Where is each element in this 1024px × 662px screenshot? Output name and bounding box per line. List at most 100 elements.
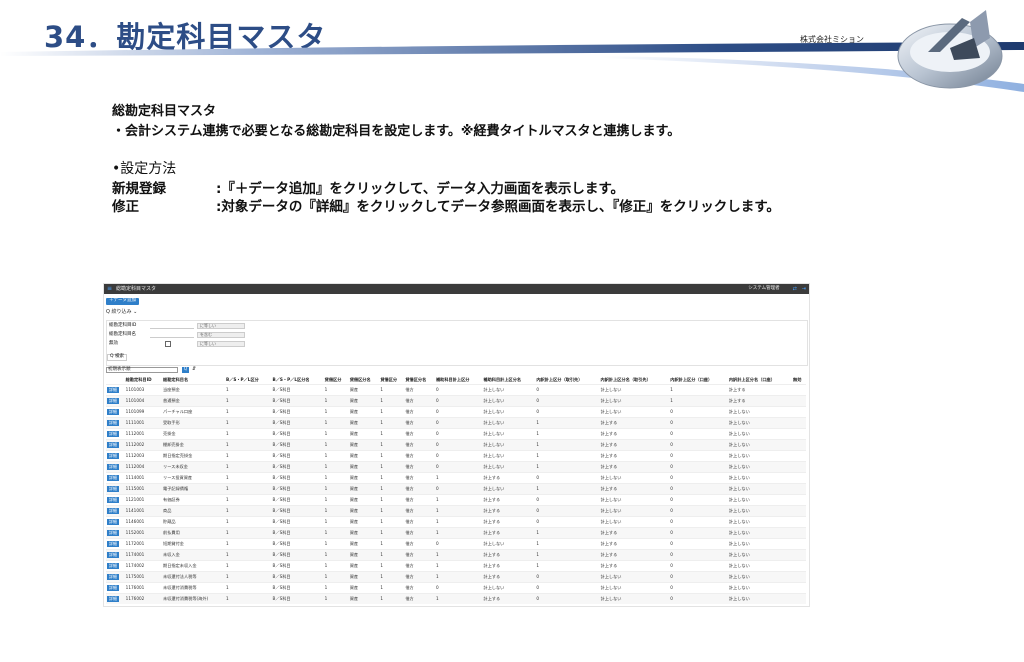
table-cell: 1 xyxy=(379,538,405,550)
table-cell: 0 xyxy=(434,439,483,451)
table-cell: 1 xyxy=(224,406,272,418)
filter-panel: 総勘定科目ID に等しい 総勘定科目名 を含む 無効 に等しい xyxy=(106,320,808,366)
column-header[interactable]: B／S・P／L区分 xyxy=(225,376,272,385)
detail-button[interactable]: 詳細 xyxy=(107,453,119,459)
detail-button[interactable]: 詳細 xyxy=(107,420,119,426)
filter-invalid-checkbox[interactable] xyxy=(165,341,171,347)
column-header[interactable]: 貸借区分名 xyxy=(404,376,435,385)
table-cell: 1 xyxy=(434,527,483,539)
detail-button[interactable]: 詳細 xyxy=(107,585,119,591)
column-header[interactable]: 貸借区分 xyxy=(324,376,349,385)
detail-button[interactable]: 詳細 xyxy=(107,398,119,404)
filter-toggle[interactable]: Q 絞り込み ⌄ xyxy=(106,310,137,315)
column-header[interactable]: 総勘定科目名 xyxy=(162,376,225,385)
table-cell: 0 xyxy=(669,538,728,550)
table-cell: 1114001 xyxy=(124,472,163,484)
column-header[interactable]: 内訳計上区分（取引先） xyxy=(535,376,599,385)
table-cell: 計上しない xyxy=(599,472,670,484)
sort-icon[interactable]: ⇵ xyxy=(192,367,196,372)
filter-id-input[interactable] xyxy=(150,323,194,329)
table-cell: 計上しない xyxy=(727,516,792,528)
filter-id-op[interactable]: に等しい xyxy=(197,323,245,329)
table-cell: 計上する xyxy=(599,527,670,539)
table-cell: 1174002 xyxy=(124,560,163,572)
detail-button[interactable]: 詳細 xyxy=(107,486,119,492)
table-cell: 1112003 xyxy=(124,450,163,462)
table-cell: 0 xyxy=(669,406,728,418)
table-cell: 1 xyxy=(379,582,405,594)
logout-icon[interactable]: ⇥ xyxy=(802,286,806,292)
table-cell: 借方 xyxy=(404,450,435,462)
detail-button[interactable]: 詳細 xyxy=(107,431,119,437)
table-cell: 計上する xyxy=(727,384,792,396)
detail-button[interactable]: 詳細 xyxy=(107,519,119,525)
detail-button[interactable]: 詳細 xyxy=(107,530,119,536)
detail-button[interactable]: 詳細 xyxy=(107,497,119,503)
column-header[interactable]: 無効 xyxy=(792,376,806,385)
column-header[interactable] xyxy=(106,376,125,385)
menu-icon[interactable]: ≡ xyxy=(107,286,112,292)
column-header[interactable]: 内訳計上区分名（口座） xyxy=(728,376,792,385)
column-header[interactable]: 貸借区分名 xyxy=(349,376,380,385)
column-header[interactable]: 内訳計上区分（口座） xyxy=(669,376,728,385)
column-header[interactable]: 補助科目計上区分 xyxy=(435,376,482,385)
detail-button[interactable]: 詳細 xyxy=(107,596,119,602)
table-cell: 1 xyxy=(669,395,728,407)
detail-button[interactable]: 詳細 xyxy=(107,563,119,569)
table-cell: 計上しない xyxy=(727,494,792,506)
column-header[interactable]: 補助科目計上区分名 xyxy=(482,376,535,385)
table-cell: 計上しない xyxy=(727,549,792,561)
table-cell: 資産 xyxy=(348,516,380,528)
table-cell: B／S科目 xyxy=(271,472,324,484)
column-header[interactable]: 貸借区分 xyxy=(379,376,404,385)
filter-invalid-op[interactable]: に等しい xyxy=(197,341,245,347)
detail-button[interactable]: 詳細 xyxy=(107,552,119,558)
view-select[interactable]: 初期表示順 xyxy=(106,367,178,373)
table-cell: 借方 xyxy=(404,472,435,484)
table-cell: 1 xyxy=(379,428,405,440)
switch-icon[interactable]: ⇄ xyxy=(793,286,797,292)
table-cell: 1 xyxy=(224,395,272,407)
detail-button[interactable]: 詳細 xyxy=(107,475,119,481)
table-cell: 借方 xyxy=(404,384,435,396)
table-cell: 1 xyxy=(379,395,405,407)
app-title: 総勘定科目マスタ xyxy=(116,285,157,292)
column-header[interactable]: 内訳計上区分名（取引先） xyxy=(600,376,670,385)
method-label: 修正 xyxy=(112,199,139,215)
table-cell: 計上しない xyxy=(482,461,536,473)
table-cell: 1 xyxy=(224,516,272,528)
table-row: 詳細 1112004 リース未収金 1 B／S科目 1 資産 1 借方 0 計上しない 1 計上する 0 計… xyxy=(106,461,806,473)
detail-button[interactable]: 詳細 xyxy=(107,464,119,470)
table-cell: 計上しない xyxy=(727,582,792,594)
filter-name-op[interactable]: を含む xyxy=(197,332,245,338)
table-cell: 商品 xyxy=(162,505,225,517)
search-button[interactable]: Q 検索 xyxy=(107,354,127,361)
filter-name-input[interactable] xyxy=(150,332,194,338)
table-cell: 1 xyxy=(323,549,349,561)
add-data-button[interactable]: ＋データ追加 xyxy=(106,298,139,305)
table-cell: 1 xyxy=(323,582,349,594)
table-cell: 0 xyxy=(669,439,728,451)
detail-button[interactable]: 詳細 xyxy=(107,508,119,514)
column-header[interactable]: B／S・P／L区分名 xyxy=(272,376,324,385)
table-cell: 計上しない xyxy=(727,428,792,440)
detail-button[interactable]: 詳細 xyxy=(107,409,119,415)
table-cell: B／S科目 xyxy=(271,571,324,583)
column-header[interactable]: 総勘定科目ID xyxy=(125,376,162,385)
view-search-button[interactable]: Q xyxy=(182,367,189,373)
table-cell: 有価証券 xyxy=(162,494,225,506)
table-cell: 資産 xyxy=(348,593,380,604)
detail-button[interactable]: 詳細 xyxy=(107,442,119,448)
table-cell: 1 xyxy=(224,593,272,604)
filter-label: 総勘定科目ID xyxy=(109,323,137,328)
detail-button[interactable]: 詳細 xyxy=(107,387,119,393)
table-row: 詳細 1101099 パーチャル口座 1 B／S科目 1 資産 1 借方 0 計上しない 0 計上しない… xyxy=(106,406,806,418)
table-cell: 借方 xyxy=(404,582,435,594)
user-name[interactable]: システム管理者 xyxy=(748,286,779,292)
detail-button[interactable]: 詳細 xyxy=(107,574,119,580)
table-cell: B／S科目 xyxy=(271,516,324,528)
table-cell: 1174001 xyxy=(124,549,163,561)
method-new-registration: 新規登録:『＋データ追加』をクリックして、データ入力画面を表示します。 xyxy=(112,177,624,197)
detail-button[interactable]: 詳細 xyxy=(107,541,119,547)
detail-cell: 詳細 xyxy=(106,483,125,495)
